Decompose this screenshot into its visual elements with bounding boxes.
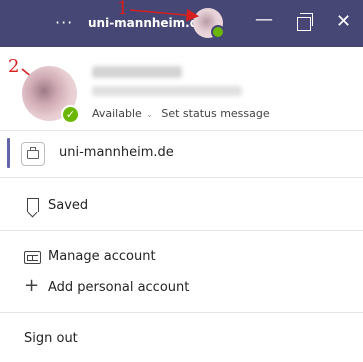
set-status-message-link[interactable]: Set status message bbox=[161, 107, 269, 120]
annotation-arrows bbox=[21, 8, 200, 89]
divider bbox=[0, 230, 363, 231]
annotation-marker-2: 2 bbox=[8, 56, 20, 77]
org-name: uni-mannheim.de bbox=[88, 16, 207, 30]
org-label: uni-mannheim.de bbox=[59, 145, 174, 160]
redacted-email bbox=[92, 86, 242, 96]
chevron-down-icon: ⌄ bbox=[145, 110, 154, 120]
maximize-icon[interactable] bbox=[297, 13, 313, 31]
briefcase-icon bbox=[21, 142, 45, 166]
divider bbox=[0, 312, 363, 313]
status-row: Available ⌄ Set status message bbox=[92, 107, 270, 120]
avatar[interactable] bbox=[193, 8, 225, 39]
status-dropdown[interactable]: Available bbox=[92, 107, 142, 120]
manage-account-label: Manage account bbox=[48, 249, 156, 264]
minimize-icon[interactable]: — bbox=[255, 10, 273, 30]
saved-item[interactable]: Saved bbox=[0, 193, 363, 221]
presence-available-icon bbox=[211, 25, 225, 39]
redacted-name bbox=[92, 66, 182, 78]
sign-out-item[interactable]: Sign out bbox=[0, 326, 363, 354]
plus-icon: + bbox=[24, 275, 40, 296]
profile-avatar[interactable]: ✓ bbox=[22, 66, 80, 124]
active-org-indicator bbox=[7, 138, 10, 168]
bookmark-icon bbox=[27, 198, 39, 212]
close-icon[interactable]: ✕ bbox=[336, 12, 351, 32]
title-bar: ··· uni-mannheim.de — ✕ bbox=[0, 0, 363, 47]
add-personal-account-label: Add personal account bbox=[48, 280, 190, 295]
more-options-icon[interactable]: ··· bbox=[55, 13, 73, 32]
manage-account-item[interactable]: Manage account bbox=[0, 244, 363, 272]
saved-label: Saved bbox=[48, 198, 89, 213]
annotation-marker-1: 1 bbox=[117, 0, 129, 19]
sign-out-label: Sign out bbox=[24, 331, 78, 346]
add-personal-account-item[interactable]: + Add personal account bbox=[0, 275, 363, 303]
id-card-icon bbox=[24, 251, 41, 264]
presence-check-icon: ✓ bbox=[61, 105, 80, 124]
divider bbox=[0, 177, 363, 178]
org-item[interactable]: uni-mannheim.de bbox=[0, 130, 363, 176]
